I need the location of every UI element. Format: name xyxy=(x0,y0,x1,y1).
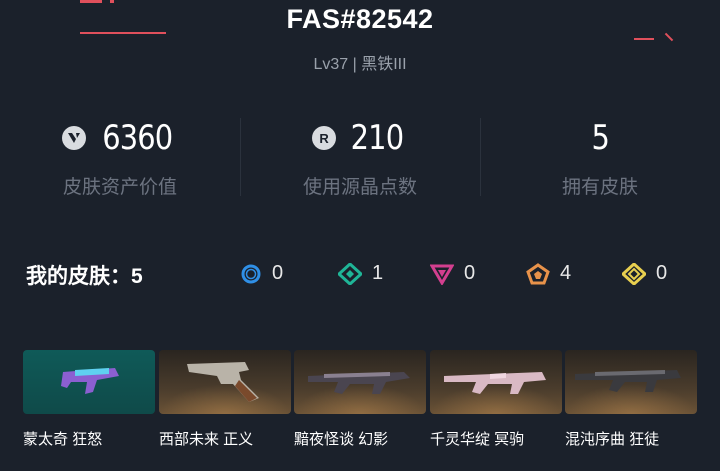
stat-radianite: R 210 使用源晶点数 xyxy=(240,118,480,199)
skin-card[interactable]: 西部未来 正义 xyxy=(159,350,291,449)
rarity-exclusive: 4 xyxy=(526,262,571,285)
rarity-count: 0 xyxy=(464,262,476,284)
radianite-points-icon: R xyxy=(312,126,337,150)
skin-card[interactable]: 黯夜怪谈 幻影 xyxy=(294,350,426,449)
skin-card[interactable]: 千灵华绽 冥驹 xyxy=(430,350,562,449)
my-skins-title: 我的皮肤：5 xyxy=(26,265,143,288)
rarity-count: 4 xyxy=(560,262,572,284)
stat-value: 6360 xyxy=(101,118,173,158)
gun-icon xyxy=(61,368,119,394)
rarity-count: 0 xyxy=(272,262,284,284)
skin-thumbnail xyxy=(430,350,562,414)
skin-name: 黯夜怪谈 幻影 xyxy=(294,431,389,448)
rarity-count: 1 xyxy=(372,262,384,284)
skin-name: 混沌序曲 狂徒 xyxy=(565,431,660,448)
rarity-deluxe: 1 xyxy=(338,262,383,285)
stat-skin-value: 6360 皮肤资产价值 xyxy=(0,118,240,199)
skin-thumbnail xyxy=(294,350,426,414)
skin-thumbnail xyxy=(565,350,697,414)
gun-icon xyxy=(187,362,259,402)
rarity-premium: 0 xyxy=(430,262,475,285)
skin-card[interactable]: 蒙太奇 狂怒 xyxy=(23,350,155,449)
stat-value: 5 xyxy=(591,118,609,158)
stat-skin-count: 5 拥有皮肤 xyxy=(480,118,720,199)
rarity-ultra: 0 xyxy=(622,262,667,285)
stat-value: 210 xyxy=(350,118,404,158)
stat-label: 皮肤资产价值 xyxy=(62,177,177,198)
rarity-select: 0 xyxy=(240,262,283,285)
premium-tier-icon xyxy=(430,264,454,285)
valorant-points-icon xyxy=(61,126,86,150)
gun-icon xyxy=(444,372,546,394)
skin-name: 蒙太奇 狂怒 xyxy=(23,431,103,448)
ultra-tier-icon xyxy=(622,262,646,285)
top-right-accent xyxy=(634,32,686,42)
skin-thumbnail xyxy=(23,350,155,414)
skin-card[interactable]: 混沌序曲 狂徒 xyxy=(565,350,697,449)
skin-thumbnail xyxy=(159,350,291,414)
select-tier-icon xyxy=(241,264,261,283)
player-level-rank: Lv37 | 黑铁III xyxy=(313,56,407,73)
rarity-count: 0 xyxy=(656,262,668,284)
skin-name: 千灵华绽 冥驹 xyxy=(430,431,525,448)
deluxe-tier-icon xyxy=(338,262,362,285)
skin-name: 西部未来 正义 xyxy=(159,431,254,448)
gun-icon xyxy=(308,372,410,394)
player-name: FAS#82542 xyxy=(286,4,434,34)
exclusive-tier-icon xyxy=(526,262,550,284)
stat-label: 使用源晶点数 xyxy=(302,177,417,198)
gun-icon xyxy=(575,370,681,392)
stat-label: 拥有皮肤 xyxy=(561,177,638,198)
